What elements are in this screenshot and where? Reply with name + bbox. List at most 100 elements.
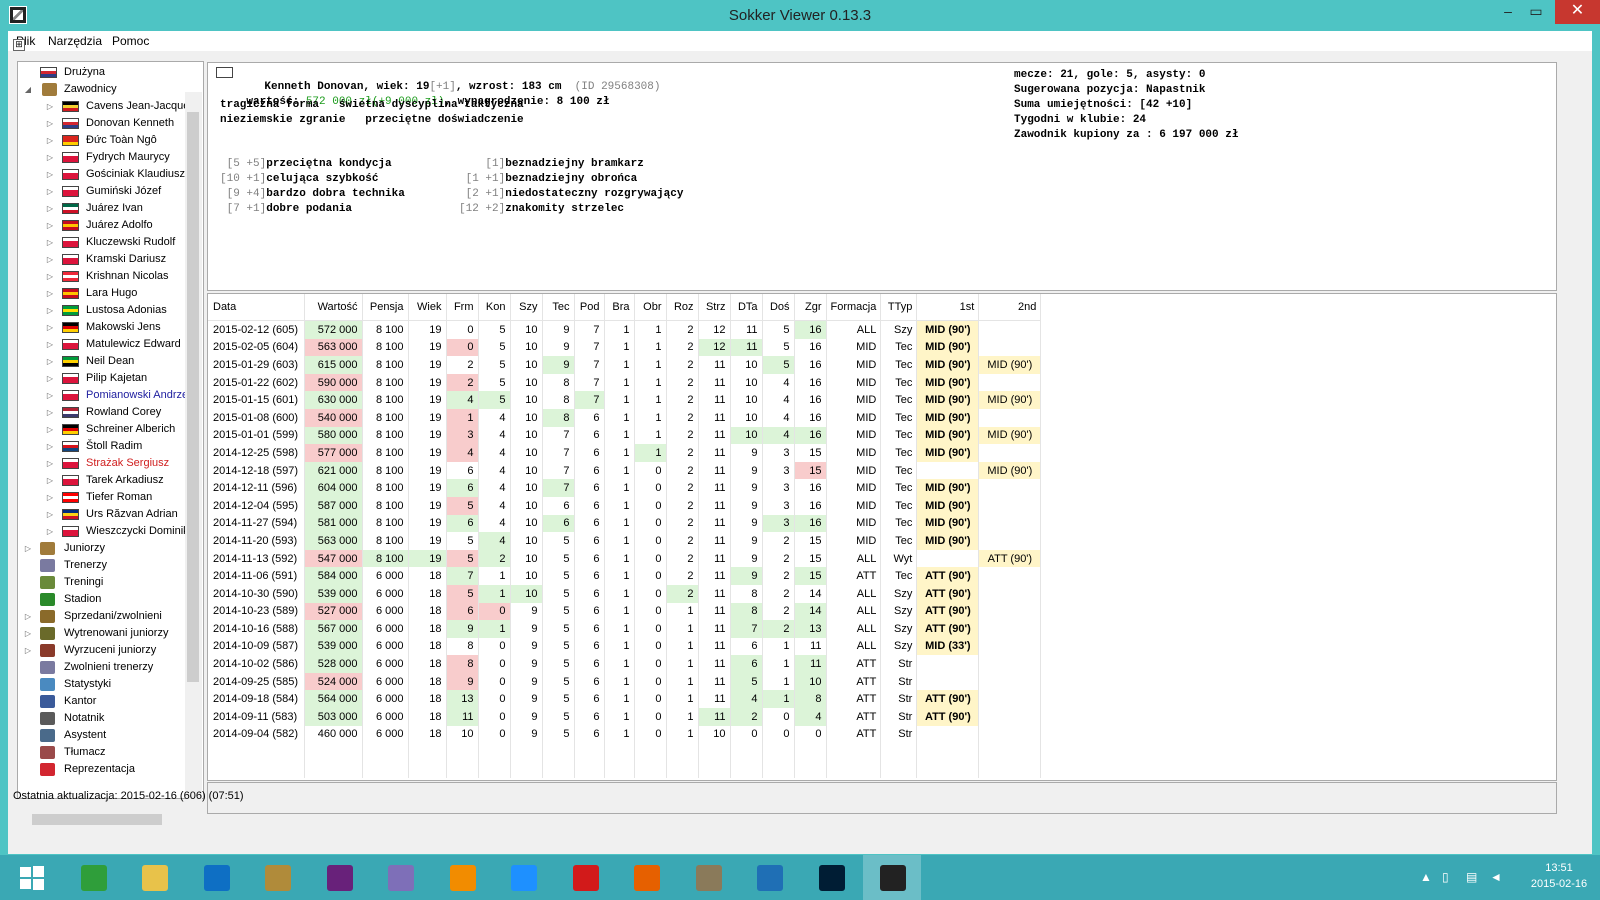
expand-arrow-icon[interactable]: ◢ xyxy=(23,81,33,98)
expand-arrow-icon[interactable]: ▷ xyxy=(45,472,55,489)
tree-item-player[interactable]: ▷ Donovan Kenneth xyxy=(18,115,203,132)
table-row[interactable]: 2014-11-06 (591) 584 000 6 000 18 7 1 10 5 6 1 0 2 1… xyxy=(208,567,1042,585)
tree-item-whistle[interactable]: Trenerzy xyxy=(18,557,203,574)
tree-item-people-fired[interactable]: ▷ Wyrzuceni juniorzy xyxy=(18,642,203,659)
column-header[interactable]: 1st xyxy=(916,294,980,321)
tree-vertical-scrollbar[interactable] xyxy=(185,92,202,805)
tree-item-player[interactable]: ▷ Cavens Jean-Jacque xyxy=(18,98,203,115)
column-header[interactable]: Bra xyxy=(604,294,635,321)
taskbar-button[interactable] xyxy=(187,855,245,900)
tree-item-player[interactable]: ▷ Gumiński Józef xyxy=(18,183,203,200)
taskbar-button[interactable] xyxy=(556,855,614,900)
tray-volume-icon[interactable]: ◄ xyxy=(1490,870,1502,884)
table-row[interactable]: 2014-10-09 (587) 539 000 6 000 18 8 0 9 5 6 1 0 1 11… xyxy=(208,637,1042,656)
tree-item-player[interactable]: ▷ Krishnan Nicolas xyxy=(18,268,203,285)
tree-item-whistle[interactable]: Zwolnieni trenerzy xyxy=(18,659,203,676)
column-header[interactable]: Wiek xyxy=(408,294,447,321)
expand-arrow-icon[interactable]: ▷ xyxy=(23,608,33,625)
table-row[interactable]: 2014-09-11 (583) 503 000 6 000 18 11 0 9 5 6 1 0 1 1… xyxy=(208,708,1042,726)
expand-arrow-icon[interactable]: ▷ xyxy=(45,523,55,540)
table-row[interactable]: 2014-11-20 (593) 563 000 8 100 19 5 4 10 5 6 1 0 2 1… xyxy=(208,532,1042,550)
tree-item-player[interactable]: ▷ Fydrych Maurycy xyxy=(18,149,203,166)
tree-horizontal-scrollbar[interactable] xyxy=(17,812,202,827)
tree-item-player[interactable]: ▷ Juárez Adolfo xyxy=(18,217,203,234)
tree-item-notebook[interactable]: Notatnik xyxy=(18,710,203,727)
minimize-button[interactable]: – xyxy=(1494,0,1522,24)
tree-item-player[interactable]: ▷ Tiefer Roman xyxy=(18,489,203,506)
tree-item-player[interactable]: ▷ Kramski Dariusz xyxy=(18,251,203,268)
column-header[interactable]: Szy xyxy=(510,294,543,321)
column-header[interactable]: 2nd xyxy=(978,294,1042,321)
tree-item-assistant[interactable]: Asystent xyxy=(18,727,203,744)
tree-item-translate[interactable]: Tłumacz xyxy=(18,744,203,761)
expand-arrow-icon[interactable]: ▷ xyxy=(45,285,55,302)
tree-item-player[interactable]: ▷ Schreiner Alberich xyxy=(18,421,203,438)
tree-item-exchange[interactable]: Kantor xyxy=(18,693,203,710)
table-row[interactable]: 2015-01-08 (600) 540 000 8 100 19 1 4 10 8 6 1 1 2 1… xyxy=(208,408,1042,427)
tree-item-training[interactable]: Treningi xyxy=(18,574,203,591)
table-row[interactable]: 2014-09-18 (584) 564 000 6 000 18 13 0 9 5 6 1 0 1 1… xyxy=(208,690,1042,709)
column-header[interactable]: Pod xyxy=(574,294,605,321)
column-header[interactable]: Strz xyxy=(698,294,731,321)
expand-arrow-icon[interactable]: ▷ xyxy=(45,251,55,268)
tree-item-player[interactable]: ▷ Makowski Jens xyxy=(18,319,203,336)
column-header[interactable]: Roz xyxy=(666,294,699,321)
table-row[interactable]: 2014-09-04 (582) 460 000 6 000 18 10 0 9 5 6 1 0 1 1… xyxy=(208,725,1042,744)
taskbar-button[interactable] xyxy=(64,855,122,900)
expand-arrow-icon[interactable]: ▷ xyxy=(45,149,55,166)
taskbar-button[interactable] xyxy=(863,855,921,900)
menu-narzedzia[interactable]: Narzędzia xyxy=(48,34,102,48)
table-row[interactable]: 2014-12-04 (595) 587 000 8 100 19 5 4 10 6 6 1 0 2 1… xyxy=(208,496,1042,515)
tree-item-player[interactable]: ▷ Štoll Radim xyxy=(18,438,203,455)
tree-item-team[interactable]: Drużyna xyxy=(18,64,203,81)
column-header[interactable]: Obr xyxy=(634,294,667,321)
table-row[interactable]: 2014-10-23 (589) 527 000 6 000 18 6 0 9 5 6 1 0 1 11… xyxy=(208,602,1042,621)
tree-item-player[interactable]: ▷ Urs Răzvan Adrian xyxy=(18,506,203,523)
tree-item-people-trained[interactable]: ▷ Wytrenowani juniorzy xyxy=(18,625,203,642)
tree-item-player[interactable]: ▷ Tarek Arkadiusz xyxy=(18,472,203,489)
table-row[interactable]: 2014-10-02 (586) 528 000 6 000 18 8 0 9 5 6 1 0 1 11… xyxy=(208,655,1042,673)
expand-arrow-icon[interactable]: ▷ xyxy=(45,506,55,523)
tree-item-player[interactable]: ▷ Matulewicz Edward xyxy=(18,336,203,353)
column-header[interactable]: Wartość xyxy=(304,294,363,321)
expand-arrow-icon[interactable]: ▷ xyxy=(45,336,55,353)
table-row[interactable]: 2014-12-18 (597) 621 000 8 100 19 6 4 10 7 6 1 0 2 1… xyxy=(208,461,1042,480)
expand-all-icon[interactable]: ⊞ xyxy=(13,39,25,51)
expand-arrow-icon[interactable]: ▷ xyxy=(23,540,33,557)
expand-arrow-icon[interactable]: ▷ xyxy=(45,234,55,251)
tree-item-stadium[interactable]: Stadion xyxy=(18,591,203,608)
maximize-button[interactable]: ▭ xyxy=(1522,0,1550,24)
table-row[interactable]: 2014-09-25 (585) 524 000 6 000 18 9 0 9 5 6 1 0 1 11… xyxy=(208,672,1042,691)
column-header[interactable]: Frm xyxy=(446,294,479,321)
table-row[interactable]: 2014-11-27 (594) 581 000 8 100 19 6 4 10 6 6 1 0 2 1… xyxy=(208,514,1042,533)
column-header[interactable]: DTa xyxy=(730,294,763,321)
tray-device-icon[interactable]: ▯ xyxy=(1442,870,1449,884)
taskbar-button[interactable] xyxy=(740,855,798,900)
column-header[interactable]: Formacja xyxy=(826,294,882,321)
expand-arrow-icon[interactable]: ▷ xyxy=(45,404,55,421)
expand-arrow-icon[interactable]: ▷ xyxy=(45,132,55,149)
tree-item-player[interactable]: ▷ Lara Hugo xyxy=(18,285,203,302)
expand-arrow-icon[interactable]: ▷ xyxy=(45,217,55,234)
tree-item-stats[interactable]: Statystyki xyxy=(18,676,203,693)
table-row[interactable]: 2015-01-22 (602) 590 000 8 100 19 2 5 10 8 7 1 1 2 1… xyxy=(208,373,1042,392)
taskbar-button[interactable] xyxy=(125,855,183,900)
taskbar-clock[interactable]: 13:51 2015-02-16 xyxy=(1522,860,1596,892)
expand-arrow-icon[interactable]: ▷ xyxy=(45,268,55,285)
taskbar-button[interactable] xyxy=(2,855,60,900)
expand-arrow-icon[interactable]: ▷ xyxy=(45,183,55,200)
column-header[interactable]: Data xyxy=(208,294,305,321)
expand-arrow-icon[interactable]: ▷ xyxy=(45,98,55,115)
table-row[interactable]: 2015-01-01 (599) 580 000 8 100 19 3 4 10 7 6 1 1 2 1… xyxy=(208,426,1042,445)
expand-arrow-icon[interactable]: ▷ xyxy=(45,302,55,319)
tray-arrow-icon[interactable]: ▲ xyxy=(1420,870,1432,884)
table-row[interactable]: 2014-10-30 (590) 539 000 6 000 18 5 1 10 5 6 1 0 2 1… xyxy=(208,584,1042,603)
tree-item-player[interactable]: ▷ Đức Toàn Ngô xyxy=(18,132,203,149)
tree-item-player[interactable]: ▷ Kluczewski Rudolf xyxy=(18,234,203,251)
expand-arrow-icon[interactable]: ▷ xyxy=(45,370,55,387)
table-row[interactable]: 2015-02-12 (605) 572 000 8 100 19 0 5 10 9 7 1 1 2 1… xyxy=(208,320,1042,339)
tree-item-player[interactable]: ▷ Neil Dean xyxy=(18,353,203,370)
tree-item-player[interactable]: ▷ Gościniak Klaudiusz xyxy=(18,166,203,183)
taskbar-button[interactable] xyxy=(802,855,860,900)
table-row[interactable]: 2015-02-05 (604) 563 000 8 100 19 0 5 10 9 7 1 1 2 1… xyxy=(208,338,1042,357)
